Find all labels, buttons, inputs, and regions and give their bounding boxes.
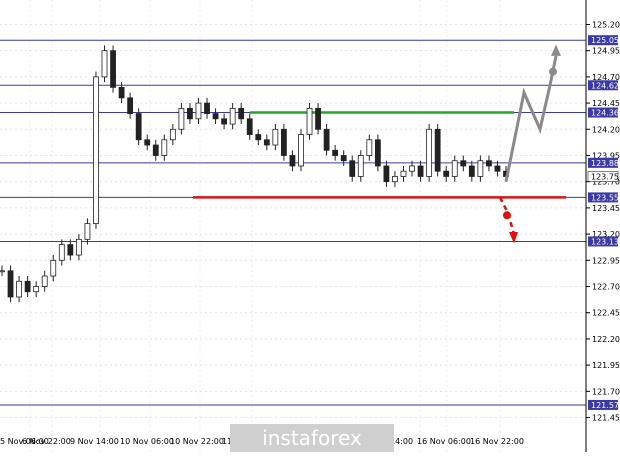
candle-body [212,113,219,120]
x-tick-label: 10 Nov 06:00 [120,437,174,446]
candle-body [383,165,390,183]
candle-body [263,139,270,146]
level-price-tags: 125.05 124.62 124.36 123.88 123.55 123.13 121.… [587,35,619,410]
candle-body [33,286,40,293]
candle-body [110,50,116,88]
candle-body [101,50,108,78]
watermark: instaforex [230,424,394,452]
forecast-up-dot [549,67,557,76]
candle-body [221,118,228,125]
candle-body [0,270,5,273]
y-tick-label: 122.45 [592,309,620,318]
candle-body [246,118,253,135]
candle-body [255,134,262,141]
candle-body [161,139,168,156]
candle-body [24,280,31,293]
candle-body [127,97,134,114]
candle-body [135,113,142,141]
candle-body [434,128,441,172]
candle-body [7,270,14,298]
y-tick-label: 124.20 [592,125,620,134]
candle-body [357,155,364,177]
candle-body [392,176,398,183]
level-tag-label: 125.05 [591,36,619,45]
candle-body [340,155,347,162]
x-tick-label: 10 Nov 22:00 [170,437,224,446]
x-tick-label: 9 Nov 14:00 [70,437,119,446]
y-tick-label: 121.70 [592,387,620,396]
candle-body [460,160,467,167]
candle-body [400,170,407,177]
candle-body [84,223,91,240]
candle-body [178,107,185,130]
candle-body [468,165,475,177]
candle-body [93,76,99,225]
candle-body [443,170,450,177]
candle-body [494,165,501,172]
candle-body [486,160,492,167]
candle-body [289,155,296,167]
level-tag-label: 121.57 [591,401,619,410]
watermark-text: instaforex [262,426,362,450]
candle-body [315,107,321,130]
candle-body [306,107,313,135]
y-tick-label: 123.45 [592,204,620,213]
candle-body [16,280,22,298]
candle-body [332,149,339,156]
y-tick-label: 125.20 [592,20,620,29]
candle-body [280,128,287,156]
candle-body [417,165,424,177]
candle-body [366,139,373,156]
candle-body [41,275,48,287]
x-tick-label: 6 Nov 22:00 [22,437,71,446]
x-tick-label: 16 Nov 06:00 [417,437,471,446]
forecast-down-dot [503,211,511,220]
candle-body [229,107,236,125]
x-tick-label: 16 Nov 22:00 [470,437,524,446]
candle-body [118,86,125,99]
level-tag-label: 124.62 [591,81,619,90]
candle-body [323,128,330,151]
level-tag-label: 124.36 [591,109,619,118]
candle-body [238,107,245,120]
candle-body [426,128,433,177]
candle-body [144,139,151,146]
level-tag-label: 123.88 [591,159,619,168]
chart-canvas: 125.20124.95124.70124.45124.20123.95123.… [0,0,620,452]
candle-body [374,139,381,167]
candle-body [477,160,484,177]
candle-body [152,144,159,156]
candle-body [187,107,193,120]
candle-body [58,244,65,261]
candle-body [50,259,57,277]
y-tick-label: 124.95 [592,47,620,56]
candle-body [272,128,279,146]
y-tick-label: 122.20 [592,335,620,344]
y-tick-label: 121.45 [592,414,620,423]
candle-body [75,238,82,256]
candle-body [195,102,202,120]
y-tick-label: 122.95 [592,256,620,265]
level-tag-label: 123.55 [591,193,619,202]
candle-body [67,244,74,256]
candle-body [349,160,356,177]
forex-chart: 125.20 124.95 124.70 124.45 124.20 123.95 123.… [0,0,620,452]
candle-body [451,160,458,177]
candle-body [409,165,415,172]
candle-body [204,102,210,114]
level-tag-label: 123.13 [591,237,619,246]
candle-body [169,128,176,141]
y-tick-label: 124.45 [592,99,620,108]
candle-body [298,134,304,167]
y-tick-label: 121.95 [592,361,620,370]
y-tick-label: 122.70 [592,283,620,292]
current-price-label: 123.75 [591,172,619,181]
